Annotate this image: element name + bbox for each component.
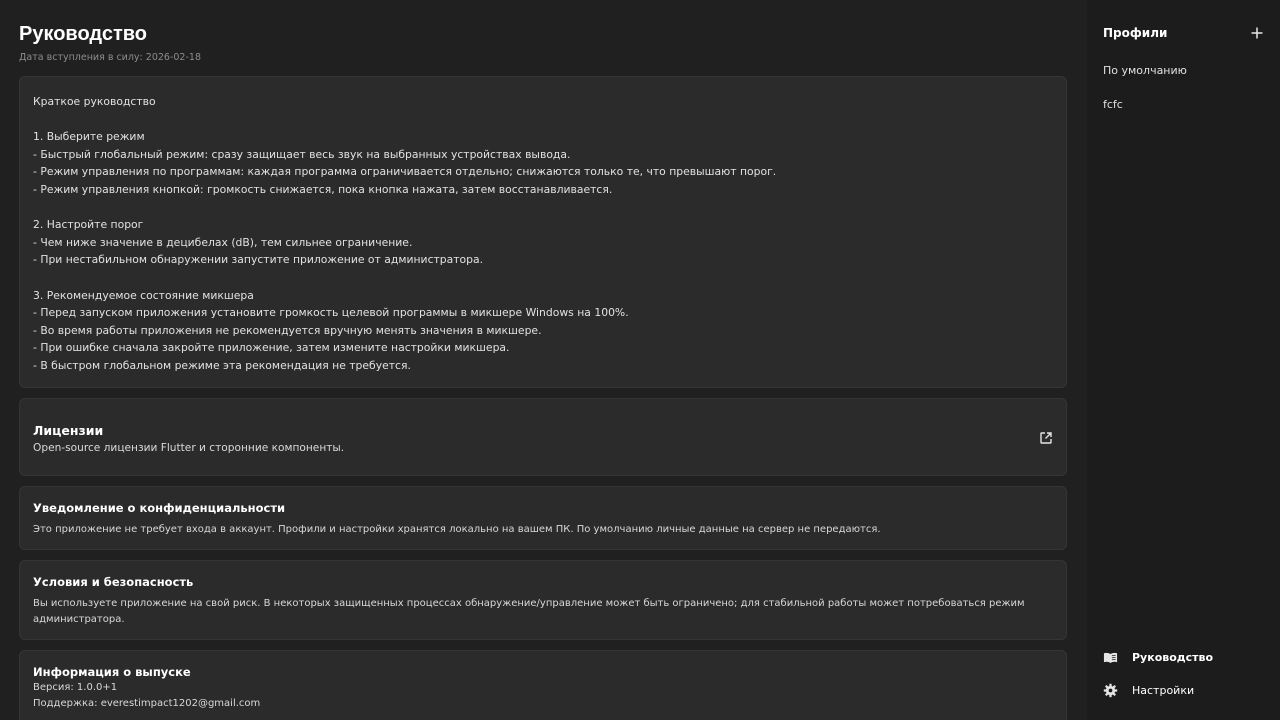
profiles-header: Профили [1103,24,1264,42]
guide-line: - При нестабильном обнаружении запустите… [33,253,484,267]
guide-line: - Режим управления кнопкой: громкость сн… [33,182,613,196]
guide-line [33,111,1053,129]
profile-list: По умолчанию fcfc [1103,54,1264,122]
guide-line: - Режим управления по программам: каждая… [33,165,777,179]
terms-text: Вы используете приложение на свой риск. … [33,597,1025,625]
guide-line: - Во время работы приложения не рекоменд… [33,323,542,337]
nav-label-guide: Руководство [1132,651,1214,664]
privacy-text: Это приложение не требует входа в аккаун… [33,523,881,535]
guide-line: 3. Рекомендуемое состояние микшера [33,288,254,302]
release-version: Версия: 1.0.0+1 [33,681,118,693]
guide-line: - В быстром глобальном режиме эта рекоме… [33,358,411,372]
guide-line: Краткое руководство [33,95,156,108]
privacy-title: Уведомление о конфиденциальности [33,500,286,515]
guide-line [33,269,1053,287]
profiles-title: Профили [1103,26,1168,40]
licenses-description: Open-source лицензии Flutter и сторонние… [33,441,345,454]
guide-line: 2. Настройте порог [33,218,144,232]
release-title: Информация о выпуске [33,664,191,679]
licenses-title: Лицензии [33,422,104,438]
gear-icon [1103,683,1118,698]
nav-item-settings[interactable]: Настройки [1103,674,1264,707]
licenses-card[interactable]: Лицензии Open-source лицензии Flutter и … [19,397,1067,476]
page-title: Руководство [19,23,148,45]
profile-item-fcfc[interactable]: fcfc [1103,88,1264,122]
guide-line: - Быстрый глобальный режим: сразу защища… [33,147,571,161]
book-icon [1103,652,1118,663]
guide-line: - Чем ниже значение в децибелах (dB), те… [33,235,413,249]
guide-line: 1. Выберите режим [33,130,145,144]
nav-item-guide[interactable]: Руководство [1103,641,1264,674]
effective-date: Дата вступления в силу: 2026-02-18 [19,52,201,63]
app-window: Руководство Дата вступления в силу: 2026… [0,0,1280,720]
release-support: Поддержка: everestimpact1202@gmail.com [33,697,261,709]
guide-line: - Перед запуском приложения установите г… [33,306,629,320]
terms-card: Условия и безопасность Вы используете пр… [19,559,1067,640]
open-in-new-icon[interactable] [1039,431,1053,445]
nav-label-settings: Настройки [1132,684,1195,697]
privacy-card: Уведомление о конфиденциальности Это при… [19,485,1067,550]
profile-item-default[interactable]: По умолчанию [1103,54,1264,88]
release-card: Информация о выпуске Версия: 1.0.0+1 Под… [19,649,1067,720]
guide-line [33,199,1053,217]
terms-title: Условия и безопасность [33,574,194,589]
bottom-nav: Руководство Настройки [1103,641,1264,707]
plus-icon[interactable] [1250,26,1264,40]
main-content: Руководство Дата вступления в силу: 2026… [0,0,1087,720]
sidebar: Профили По умолчанию fcfc Руководство На… [1087,0,1280,720]
guide-card: Краткое руководство 1. Выберите режим - … [19,76,1067,388]
guide-line: - При ошибке сначала закройте приложение… [33,341,510,355]
